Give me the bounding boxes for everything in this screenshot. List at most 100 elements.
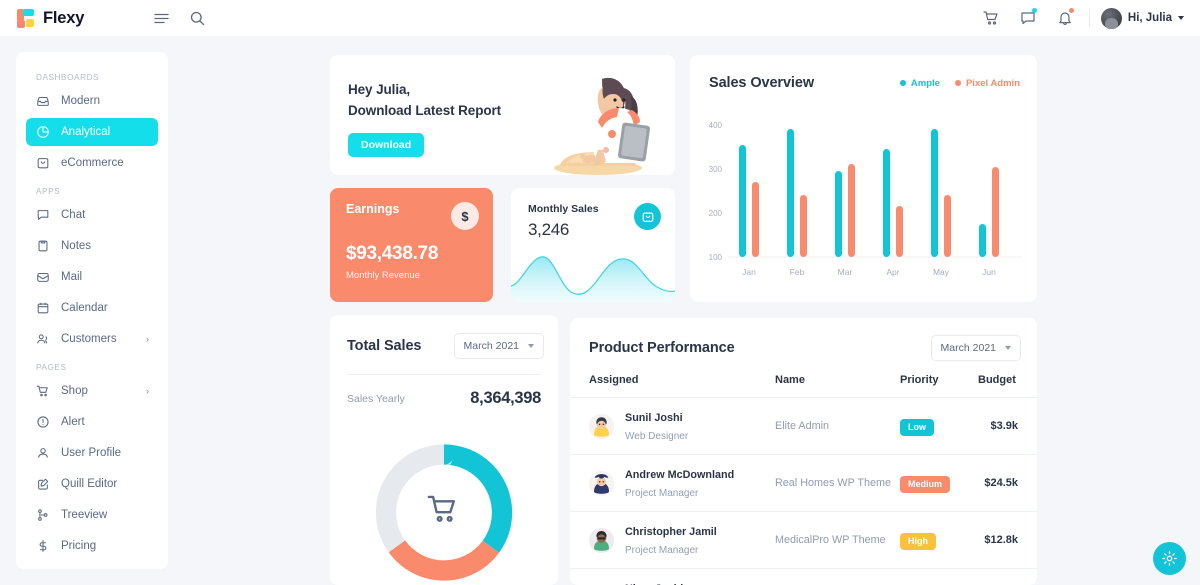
download-button[interactable]: Download xyxy=(348,133,425,157)
product-performance-title: Product Performance xyxy=(589,340,735,356)
assignee-role: Project Manager xyxy=(625,545,699,556)
legend-swatch xyxy=(954,80,961,86)
budget-value: $3.9k xyxy=(978,397,1037,455)
sidebar-item-shop[interactable]: Shop › xyxy=(26,377,158,405)
svg-text:Apr: Apr xyxy=(886,267,899,277)
sales-overview-bar-chart: 400 300 200 100 Jan Feb Mar Apr May Jun xyxy=(709,121,1022,277)
legend-item-pixel-admin[interactable]: Pixel Admin xyxy=(954,78,1020,89)
sidebar: DASHBOARDS Modern Analytical eCommerce A… xyxy=(16,52,168,569)
sidebar-item-label: eCommerce xyxy=(61,157,124,169)
assignee-name: Sunil Joshi xyxy=(625,412,683,424)
top-navigation-bar: Flexy Hi, Julia xyxy=(0,0,1200,36)
welcome-card: Hey Julia, Download Latest Report Downlo… xyxy=(330,55,675,175)
legend-swatch xyxy=(899,80,906,86)
message-icon[interactable] xyxy=(1015,5,1041,31)
user-menu[interactable]: Hi, Julia xyxy=(1100,7,1184,29)
product-performance-month-dropdown[interactable]: March 2021 xyxy=(930,335,1021,361)
status-badge: High xyxy=(900,532,936,550)
sidebar-item-label: Pricing xyxy=(61,540,97,552)
svg-text:300: 300 xyxy=(709,165,723,174)
sidebar-group-dashboards: DASHBOARDS Modern Analytical eCommerce xyxy=(26,66,158,177)
sidebar-item-user-profile[interactable]: User Profile xyxy=(26,439,158,467)
table-row[interactable]: Christopher Jamil Project Manager Medica… xyxy=(570,511,1037,569)
sidebar-group-apps: APPS Chat Notes Mail Calendar Customers … xyxy=(26,180,158,353)
sidebar-item-calendar[interactable]: Calendar xyxy=(26,294,158,322)
svg-text:Mar: Mar xyxy=(838,267,853,277)
calendar-icon xyxy=(35,301,50,316)
avatar xyxy=(589,413,614,439)
cart-icon[interactable] xyxy=(978,5,1004,31)
flexy-logo-icon xyxy=(17,8,36,28)
total-sales-card: Total Sales March 2021 Sales Yearly 8,36… xyxy=(330,315,558,585)
search-icon[interactable] xyxy=(184,5,210,31)
total-sales-title: Total Sales xyxy=(347,338,422,354)
sidebar-item-ecommerce[interactable]: eCommerce xyxy=(26,149,158,177)
sales-overview-title: Sales Overview xyxy=(709,75,815,91)
sales-yearly-row: Sales Yearly 8,364,398 xyxy=(330,375,558,408)
earnings-card: Earnings $ $93,438.78 Monthly Revenue xyxy=(330,188,493,302)
dollar-icon xyxy=(35,539,50,554)
project-name: Elite Admin xyxy=(775,397,900,455)
product-performance-card: Product Performance March 2021 Assigned … xyxy=(570,318,1037,585)
shopping-bag-icon xyxy=(634,203,661,230)
status-badge: Low xyxy=(900,418,934,436)
sidebar-item-quill-editor[interactable]: Quill Editor xyxy=(26,470,158,498)
table-header-row: Assigned Name Priority Budget xyxy=(570,374,1037,398)
sidebar-item-label: Notes xyxy=(61,240,92,252)
sidebar-item-mail[interactable]: Mail xyxy=(26,263,158,291)
sidebar-item-analytical[interactable]: Analytical xyxy=(26,118,158,146)
dropdown-value: March 2021 xyxy=(463,340,519,352)
clipboard-icon xyxy=(35,239,50,254)
chevron-right-icon: › xyxy=(146,334,149,344)
dropdown-value: March 2021 xyxy=(940,342,996,354)
total-sales-month-dropdown[interactable]: March 2021 xyxy=(453,333,544,359)
girl-with-tablet-illustration xyxy=(554,77,650,175)
column-header-priority: Priority xyxy=(900,374,978,398)
monthly-sales-value: 3,246 xyxy=(528,220,570,239)
table-row[interactable]: Andrew McDownland Project Manager Real H… xyxy=(570,454,1037,512)
sidebar-item-pricing[interactable]: Pricing xyxy=(26,532,158,560)
legend-item-ample[interactable]: Ample xyxy=(899,77,940,89)
sidebar-item-chat[interactable]: Chat xyxy=(26,201,158,229)
sidebar-caption-dashboards: DASHBOARDS xyxy=(36,72,100,82)
project-name: Real Homes WP Theme xyxy=(775,454,900,512)
monthly-sales-card: Monthly Sales 3,246 xyxy=(511,188,675,302)
column-header-name: Name xyxy=(775,374,900,398)
legend-label: Ample xyxy=(910,77,940,89)
total-sales-donut-chart xyxy=(375,444,513,581)
hamburger-menu-icon[interactable] xyxy=(148,5,174,31)
sidebar-item-alert[interactable]: Alert xyxy=(26,408,158,436)
assignee-role: Project Manager xyxy=(625,488,699,499)
status-badge: Medium xyxy=(900,475,951,493)
chevron-right-icon: › xyxy=(146,386,149,396)
budget-value: $12.8k xyxy=(978,511,1037,569)
sales-overview-header: Sales Overview Ample Pixel Admin xyxy=(690,55,1037,91)
user-greeting: Hi, Julia xyxy=(1127,12,1172,24)
earnings-value: $93,438.78 xyxy=(346,243,439,264)
chevron-down-icon xyxy=(1178,16,1184,20)
svg-text:May: May xyxy=(933,267,950,277)
sidebar-item-treeview[interactable]: Treeview xyxy=(26,501,158,529)
sidebar-item-customers[interactable]: Customers › xyxy=(26,325,158,353)
sidebar-item-label: Analytical xyxy=(61,126,111,138)
table-row[interactable]: Sunil Joshi Web Designer Elite Admin Low… xyxy=(570,397,1037,455)
settings-fab-button[interactable] xyxy=(1153,542,1186,575)
sidebar-item-label: Modern xyxy=(61,95,100,107)
sidebar-item-modern[interactable]: Modern xyxy=(26,87,158,115)
svg-text:Feb: Feb xyxy=(790,267,805,277)
project-name: Hosting Press HTML xyxy=(775,568,900,585)
chevron-down-icon xyxy=(528,344,534,348)
chevron-down-icon xyxy=(1005,346,1011,350)
sidebar-group-pages: PAGES Shop › Alert User Profile Quill Ed… xyxy=(26,356,158,560)
sidebar-item-notes[interactable]: Notes xyxy=(26,232,158,260)
bell-icon[interactable] xyxy=(1052,5,1078,31)
sidebar-item-label: Quill Editor xyxy=(61,478,118,490)
user-icon xyxy=(35,446,50,461)
sidebar-item-label: Customers xyxy=(61,333,117,345)
brand-name: Flexy xyxy=(43,8,85,27)
column-header-budget: Budget xyxy=(978,374,1037,398)
chart-legend: Ample Pixel Admin xyxy=(899,77,1020,89)
assignee-name: Andrew McDownland xyxy=(625,469,735,481)
brand-logo[interactable]: Flexy xyxy=(0,8,148,28)
table-row[interactable]: Nirav Joshi Frontend Engineer Hosting Pr… xyxy=(570,568,1037,585)
